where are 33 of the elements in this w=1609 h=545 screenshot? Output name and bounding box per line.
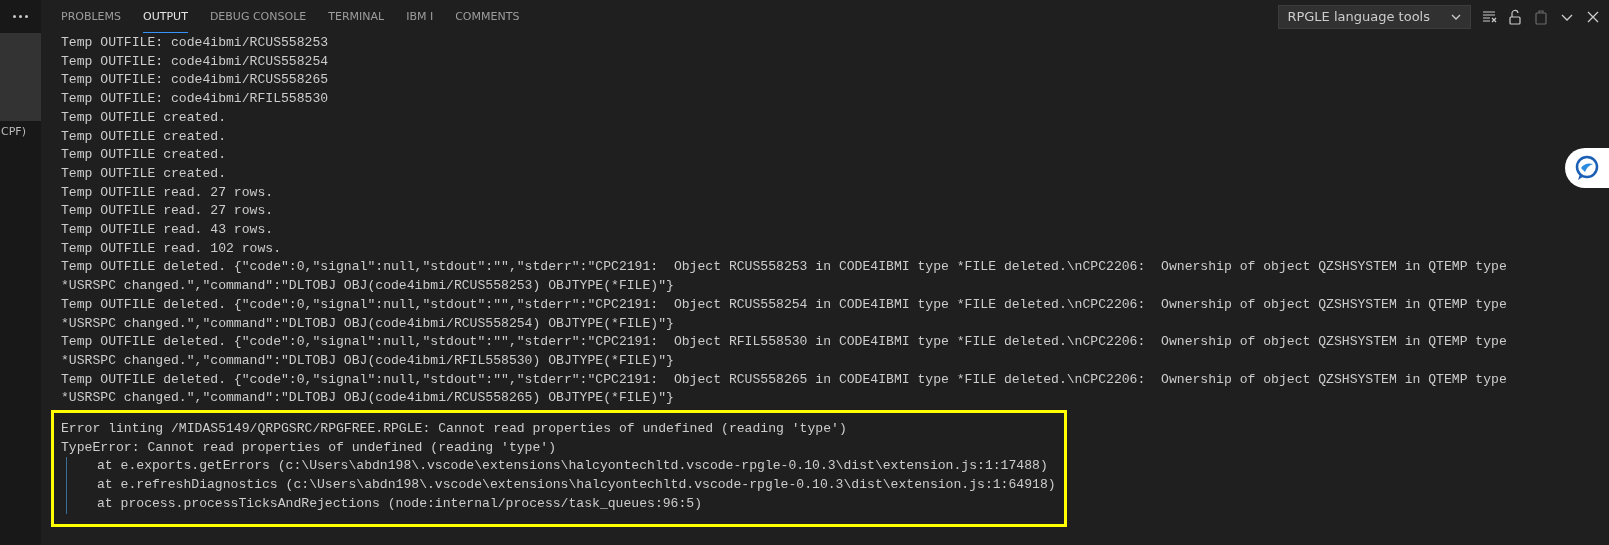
- log-line: Temp OUTFILE deleted. {"code":0,"signal":null,"stdout":"","stderr":"CPC2191: Object RFIL558530 in CODE4IBMI type *FILE deleted.\nCPC2206: Ownership of object QZSHSYSTEM in QTEMP type *USRSPC changed.","command":"DLTOBJ OBJ(code4ibmi/RFIL558530) OBJTYPE(*FILE)"}: [61, 333, 1508, 370]
- stack-trace-line: at process.processTicksAndRejections (node:internal/process/task_queues:96:5): [66, 494, 1056, 514]
- panel-tab[interactable]: OUTPUT: [143, 0, 188, 33]
- log-line: Temp OUTFILE: code4ibmi/RCUS558253: [61, 34, 330, 52]
- chat-button[interactable]: [1565, 148, 1609, 188]
- error-line: Error linting /MIDAS5149/QRPGSRC/RPGFREE.RPGLE: Cannot read properties of undefined (reading 'type'): [61, 420, 848, 439]
- log-line: Temp OUTFILE read. 43 rows.: [61, 221, 275, 240]
- panel-tab[interactable]: COMMENTS: [455, 0, 520, 33]
- log-line: Temp OUTFILE read. 27 rows.: [61, 183, 275, 202]
- log-line: Temp OUTFILE read. 27 rows.: [61, 202, 275, 221]
- log-line: Temp OUTFILE created.: [61, 164, 227, 183]
- panel-tab[interactable]: IBM I: [406, 0, 434, 33]
- log-line: Temp OUTFILE: code4ibmi/RFIL558530: [61, 90, 330, 109]
- panel-tab[interactable]: DEBUG CONSOLE: [209, 0, 307, 33]
- error-line: TypeError: Cannot read properties of undefined (reading 'type'): [61, 438, 558, 457]
- sidebar-label: CPF): [1, 124, 27, 138]
- log-line: Temp OUTFILE read. 102 rows.: [61, 239, 282, 258]
- channel-dropdown[interactable]: RPGLE language tools: [1278, 4, 1471, 29]
- chat-bubble-icon: [1573, 154, 1601, 182]
- panel-tab[interactable]: PROBLEMS: [61, 0, 122, 33]
- log-line: Temp OUTFILE created.: [61, 127, 227, 146]
- log-line: Temp OUTFILE: code4ibmi/RCUS558254: [61, 52, 330, 71]
- log-line: Temp OUTFILE deleted. {"code":0,"signal":null,"stdout":"","stderr":"CPC2191: Object RCUS558253 in CODE4IBMI type *FILE deleted.\nCPC2206: Ownership of object QZSHSYSTEM in QTEMP type *USRSPC changed.","command":"DLTOBJ OBJ(code4ibmi/RCUS558253) OBJTYPE(*FILE)"}: [61, 258, 1508, 296]
- clear-output-icon[interactable]: [1481, 8, 1497, 25]
- log-line: Temp OUTFILE deleted. {"code":0,"signal":null,"stdout":"","stderr":"CPC2191: Object RCUS558265 in CODE4IBMI type *FILE deleted.\nCPC2206: Ownership of object QZSHSYSTEM in QTEMP type *USRSPC changed.","command":"DLTOBJ OBJ(code4ibmi/RCUS558265) OBJTYPE(*FILE)"}: [61, 370, 1508, 408]
- log-line: Temp OUTFILE created.: [61, 146, 227, 165]
- stack-trace-line: at e.exports.getErrors (c:\Users\abdn198\.vscode\extensions\halcyontechltd.vscode-rpgle-0.10.3\dist\extension.js:1:17488): [66, 457, 1056, 477]
- stack-trace-line: at e.refreshDiagnostics (c:\Users\abdn198\.vscode\extensions\halcyontechltd.vscode-rpgle-0.10.3\dist\extension.js:1:64918): [66, 476, 1056, 495]
- log-line: Temp OUTFILE: code4ibmi/RCUS558265: [61, 71, 330, 90]
- unlock-icon[interactable]: [1507, 8, 1523, 25]
- log-line: Temp OUTFILE deleted. {"code":0,"signal":null,"stdout":"","stderr":"CPC2191: Object RCUS558254 in CODE4IBMI type *FILE deleted.\nCPC2206: Ownership of object QZSHSYSTEM in QTEMP type *USRSPC changed.","command":"DLTOBJ OBJ(code4ibmi/RCUS558254) OBJTYPE(*FILE)"}: [61, 295, 1508, 333]
- panel-tab[interactable]: TERMINAL: [328, 0, 385, 33]
- log-line: Temp OUTFILE created.: [61, 108, 227, 127]
